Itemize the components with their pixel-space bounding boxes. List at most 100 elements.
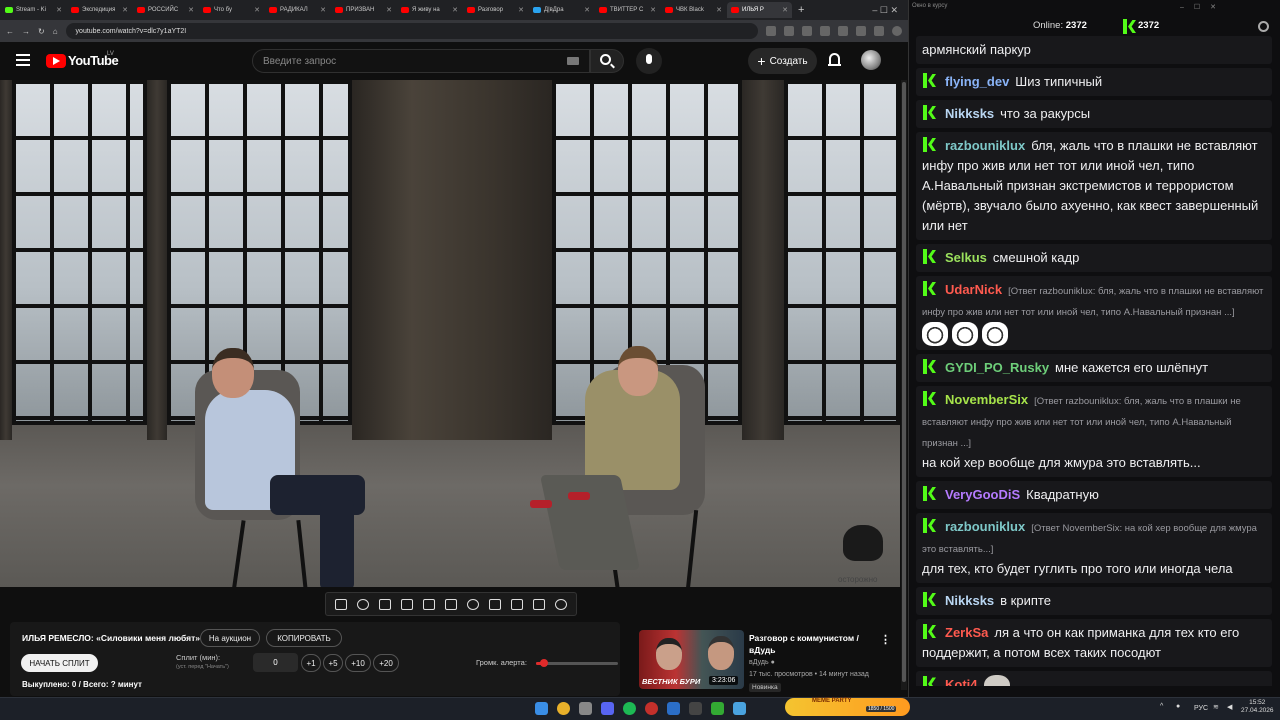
browser-tab[interactable]: Д|вДра ✕ <box>529 2 594 18</box>
film-icon[interactable] <box>401 598 413 610</box>
chat-username[interactable]: Koti4 <box>945 677 978 686</box>
chat-username[interactable]: flying_dev <box>945 74 1009 89</box>
browser-tab[interactable]: РОССИЙС ✕ <box>133 2 198 18</box>
profile-icon[interactable] <box>892 26 902 36</box>
browser-tab[interactable]: Экспедиция ✕ <box>67 2 132 18</box>
chat-message-list[interactable]: армянский паркур flying_dev Шиз типичный Ni… <box>916 36 1272 686</box>
browser-tab[interactable]: ПРИЗВАН ✕ <box>331 2 396 18</box>
download-icon[interactable] <box>874 26 884 36</box>
chat-username[interactable]: razbouniklux <box>945 519 1025 534</box>
chat-username[interactable]: NovemberSix <box>945 392 1028 407</box>
gear-icon[interactable] <box>1258 21 1269 32</box>
create-button[interactable]: + Создать <box>748 48 817 74</box>
browser-tab[interactable]: ЧВК Black ✕ <box>661 2 726 18</box>
increment-button[interactable]: +5 <box>323 654 343 672</box>
gear-icon[interactable] <box>555 598 567 610</box>
browser-tab[interactable]: ИЛЬЯ Р ✕ <box>727 2 792 18</box>
chat-username[interactable]: ZerkSa <box>945 625 988 640</box>
increment-button[interactable]: +1 <box>301 654 321 672</box>
forward-icon[interactable]: → <box>22 27 30 36</box>
close-tab-icon[interactable]: ✕ <box>584 6 590 14</box>
obs-icon[interactable] <box>645 702 658 715</box>
mic-tray-icon[interactable]: ● <box>1176 703 1180 710</box>
extension-icon[interactable] <box>856 26 866 36</box>
wifi-icon[interactable]: ≋ <box>1213 703 1219 711</box>
new-tab-icon[interactable]: + <box>798 4 804 16</box>
start-icon[interactable] <box>535 702 548 715</box>
keyboard-icon[interactable] <box>567 57 579 65</box>
alert-volume-slider[interactable] <box>536 662 618 665</box>
browser-tab[interactable]: Я живу на ✕ <box>397 2 462 18</box>
browser-tab[interactable]: Что бу ✕ <box>199 2 264 18</box>
spotify-icon[interactable] <box>623 702 636 715</box>
chat-username[interactable]: Nikksks <box>945 106 994 121</box>
browser-tab[interactable]: Stream - Ki ✕ <box>1 2 66 18</box>
screenshot-icon[interactable] <box>379 598 391 610</box>
broadcast-icon[interactable] <box>357 598 369 610</box>
chat-username[interactable]: VeryGooDiS <box>945 487 1020 502</box>
reload-icon[interactable]: ↻ <box>38 27 45 36</box>
extension-icon[interactable] <box>784 26 794 36</box>
window-controls[interactable]: –☐✕ <box>1180 3 1226 11</box>
chat-username[interactable]: Selkus <box>945 250 987 265</box>
youtube-logo-icon[interactable] <box>46 54 66 68</box>
auction-button[interactable]: На аукцион <box>200 629 260 647</box>
window-controls[interactable]: – ☐ ✕ <box>872 5 908 16</box>
close-tab-icon[interactable]: ✕ <box>518 6 524 14</box>
increment-button[interactable]: +10 <box>345 654 371 672</box>
lang-indicator[interactable]: РУС <box>1194 705 1208 712</box>
video-player[interactable]: осторожно <box>0 80 900 587</box>
close-tab-icon[interactable]: ✕ <box>452 6 458 14</box>
close-tab-icon[interactable]: ✕ <box>320 6 326 14</box>
chat-username[interactable]: GYDI_PO_Rusky <box>945 360 1049 375</box>
menu-icon[interactable] <box>16 54 30 66</box>
copy-button[interactable]: КОПИРОВАТЬ <box>266 629 342 647</box>
browser-tab[interactable]: Разговор ✕ <box>463 2 528 18</box>
split-minutes-input[interactable]: 0 <box>253 653 298 672</box>
close-tab-icon[interactable]: ✕ <box>254 6 260 14</box>
close-tab-icon[interactable]: ✕ <box>386 6 392 14</box>
extension-icon[interactable] <box>838 26 848 36</box>
system-clock[interactable]: 15:52 27.04.2026 <box>1241 699 1274 715</box>
close-tab-icon[interactable]: ✕ <box>122 6 128 14</box>
app-icon[interactable] <box>733 702 746 715</box>
notifications-bell-icon[interactable] <box>828 53 841 66</box>
extension-icon[interactable] <box>766 26 776 36</box>
back-icon[interactable]: ← <box>6 27 14 36</box>
picture-in-picture-icon[interactable] <box>423 598 435 610</box>
increment-button[interactable]: +20 <box>373 654 399 672</box>
scrollbar-thumb[interactable] <box>902 82 906 682</box>
chat-username[interactable]: Nikksks <box>945 593 994 608</box>
more-options-icon[interactable]: ⋮ <box>880 633 891 646</box>
close-tab-icon[interactable]: ✕ <box>650 6 656 14</box>
subtitles-icon[interactable] <box>445 598 457 610</box>
app-icon[interactable] <box>711 702 724 715</box>
app-icon[interactable] <box>667 702 680 715</box>
avatar[interactable] <box>861 50 881 70</box>
camera-icon[interactable] <box>511 598 523 610</box>
search-input[interactable]: Введите запрос <box>252 49 590 73</box>
address-bar[interactable]: youtube.com/watch?v=dlc7y1aYT2I <box>65 23 758 39</box>
edit-icon[interactable] <box>489 598 501 610</box>
close-tab-icon[interactable]: ✕ <box>188 6 194 14</box>
close-tab-icon[interactable]: ✕ <box>716 6 722 14</box>
start-split-button[interactable]: НАЧАТЬ СПЛИТ <box>21 654 98 672</box>
chat-username[interactable]: razbouniklux <box>945 138 1025 153</box>
flask-icon[interactable] <box>533 598 545 610</box>
chrome-icon[interactable] <box>557 702 570 715</box>
speed-icon[interactable] <box>467 598 479 610</box>
chat-username[interactable]: UdarNick <box>945 282 1002 297</box>
browser-tab[interactable]: ТВИТТЕР С ✕ <box>595 2 660 18</box>
app-icon[interactable] <box>689 702 702 715</box>
home-icon[interactable]: ⌂ <box>53 27 58 36</box>
extension-icon[interactable] <box>802 26 812 36</box>
recommendation-channel[interactable]: вДудь ● <box>749 659 775 666</box>
volume-icon[interactable]: ◀ <box>1227 703 1232 711</box>
extension-icon[interactable] <box>820 26 830 36</box>
close-tab-icon[interactable]: ✕ <box>782 6 788 14</box>
discord-icon[interactable] <box>601 702 614 715</box>
tray-chevron-icon[interactable]: ^ <box>1160 703 1163 710</box>
loop-icon[interactable] <box>335 598 347 610</box>
browser-tab[interactable]: РАДИКАЛ ✕ <box>265 2 330 18</box>
close-tab-icon[interactable]: ✕ <box>56 6 62 14</box>
